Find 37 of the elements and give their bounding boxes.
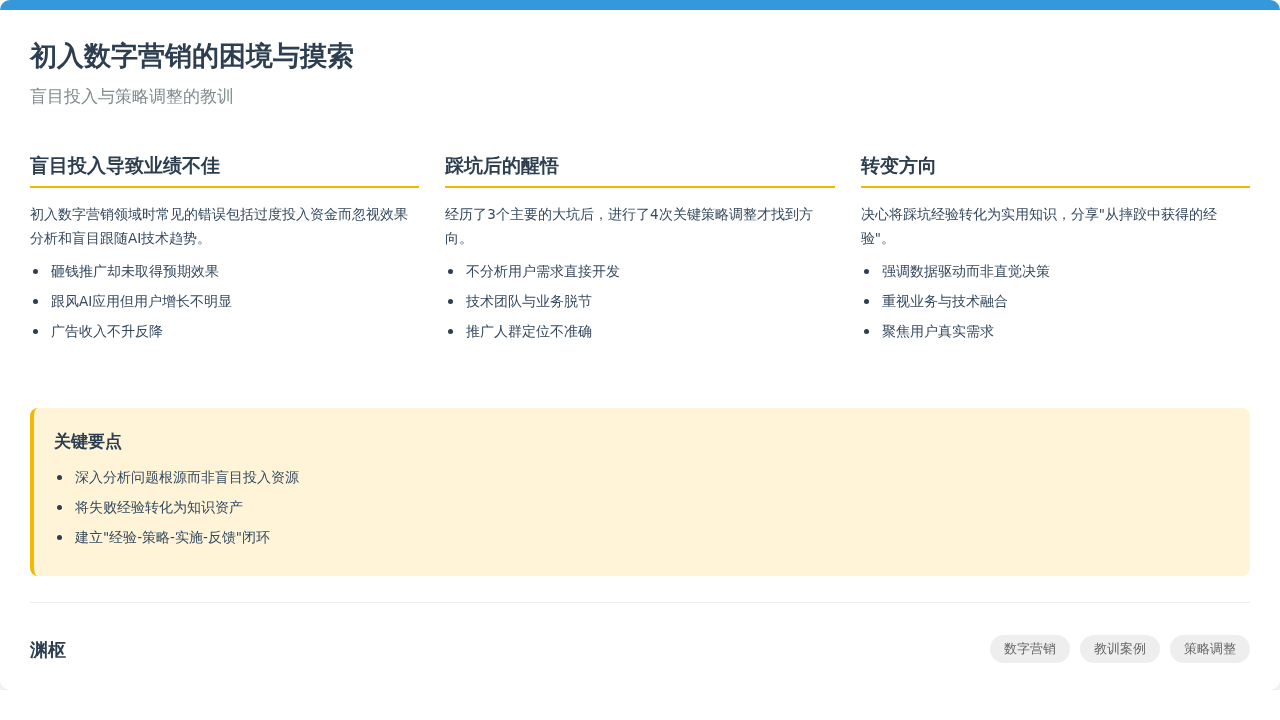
- bullet-icon: [33, 298, 38, 304]
- column-heading: 转变方向: [860, 152, 1250, 188]
- bullet-icon: [863, 268, 869, 274]
- tag: 数字营销: [990, 635, 1070, 663]
- tag: 策略调整: [1170, 635, 1250, 663]
- bullet-text: 跟风AI应用但用户增长不明显: [51, 292, 233, 311]
- key-points-title: 关键要点: [54, 430, 123, 453]
- tag: 教训案例: [1080, 635, 1160, 663]
- bullet-text: 建立"经验-策略-实施-反馈"闭环: [75, 528, 271, 547]
- slide-title: 初入数字营销的困境与摸索: [30, 39, 355, 73]
- bullet-text: 深入分析问题根源而非盲目投入资源: [75, 468, 299, 487]
- bullet-text: 强调数据驱动而非直觉决策: [881, 262, 1050, 281]
- bullet-icon: [57, 504, 62, 510]
- column-text: 经历了3个主要的大坑后，进行了4次关键策略调整才找到方向。: [445, 205, 814, 248]
- bullet-text: 聚焦用户真实需求: [881, 322, 994, 341]
- column-text: 初入数字营销领域时常见的错误包括过度投入资金而忽视效果分析和盲目跟随AI技术趋势。: [30, 205, 409, 248]
- bullet-icon: [57, 534, 62, 540]
- bullet-text: 不分析用户需求直接开发: [466, 262, 621, 281]
- bullet-icon: [863, 328, 869, 334]
- bullet-text: 技术团队与业务脱节: [466, 292, 593, 311]
- bullet-icon: [448, 268, 454, 274]
- bullet-icon: [33, 268, 38, 274]
- brand-name: 渊枢: [30, 638, 66, 662]
- bullet-icon: [33, 328, 38, 334]
- bullet-icon: [448, 328, 454, 334]
- bullet-text: 砸钱推广却未取得预期效果: [51, 262, 219, 281]
- bullet-icon: [863, 298, 869, 304]
- bullet-text: 推广人群定位不准确: [466, 322, 593, 341]
- bullet-text: 广告收入不升反降: [51, 322, 163, 341]
- bullet-icon: [448, 298, 454, 304]
- slide-subtitle: 盲目投入与策略调整的教训: [30, 85, 235, 108]
- bullet-icon: [57, 474, 62, 480]
- bullet-text: 重视业务与技术融合: [881, 292, 1008, 311]
- column-heading: 盲目投入导致业绩不佳: [30, 152, 420, 188]
- column-heading: 踩坑后的醒悟: [445, 152, 835, 188]
- bullet-text: 将失败经验转化为知识资产: [75, 498, 243, 517]
- column-text: 决心将踩坑经验转化为实用知识，分享"从摔跤中获得的经验"。: [860, 205, 1218, 248]
